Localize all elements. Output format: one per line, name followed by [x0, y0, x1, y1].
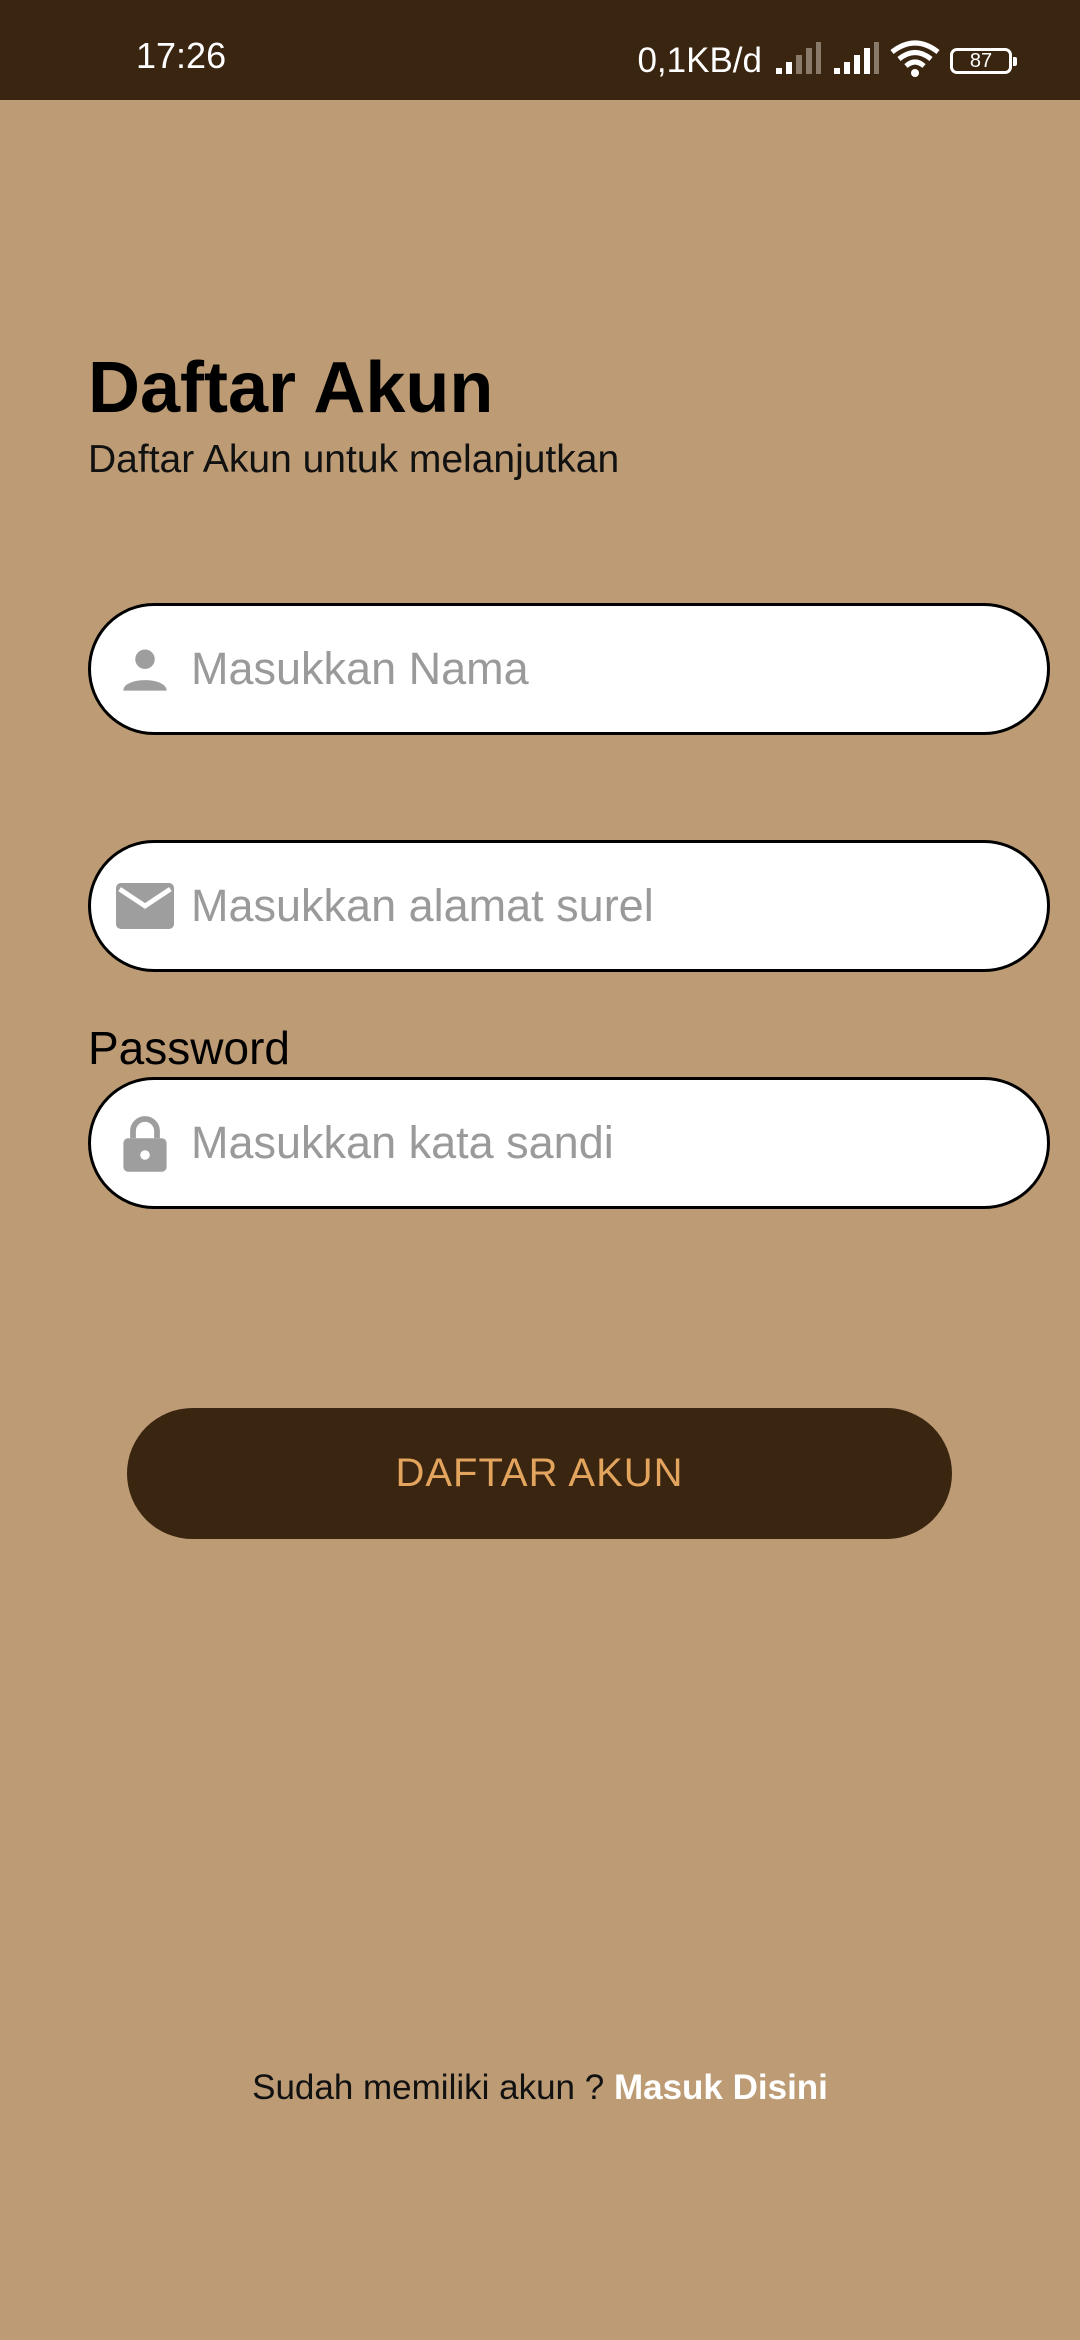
status-time: 17:26	[136, 35, 227, 76]
password-label: Password	[88, 1022, 290, 1074]
signal-weak-icon	[774, 41, 822, 81]
email-input[interactable]	[191, 880, 1011, 932]
login-prompt-text: Sudah memiliki akun ?	[252, 2068, 605, 2107]
signal-icon	[832, 41, 880, 81]
battery-level: 87	[969, 49, 993, 72]
status-bar: 17:26 0,1KB/d 87	[0, 0, 1080, 100]
wifi-icon	[890, 40, 940, 83]
name-field[interactable]	[88, 603, 1050, 735]
name-input[interactable]	[191, 643, 1011, 695]
mail-icon	[115, 876, 175, 936]
page-title: Daftar Akun	[88, 348, 494, 428]
register-button[interactable]: DAFTAR AKUN	[127, 1408, 952, 1539]
person-icon	[115, 639, 175, 699]
page-subtitle: Daftar Akun untuk melanjutkan	[88, 438, 620, 481]
email-field[interactable]	[88, 840, 1050, 972]
password-field[interactable]	[88, 1077, 1050, 1209]
battery-icon: 87	[950, 48, 1017, 74]
login-link[interactable]: Masuk Disini	[614, 2068, 828, 2107]
network-speed: 0,1KB/d	[637, 41, 762, 80]
lock-icon	[115, 1113, 175, 1173]
password-input[interactable]	[191, 1117, 1011, 1169]
login-prompt: Sudah memiliki akun ? Masuk Disini	[0, 2060, 1080, 2116]
status-indicators: 0,1KB/d 87	[637, 38, 1017, 84]
